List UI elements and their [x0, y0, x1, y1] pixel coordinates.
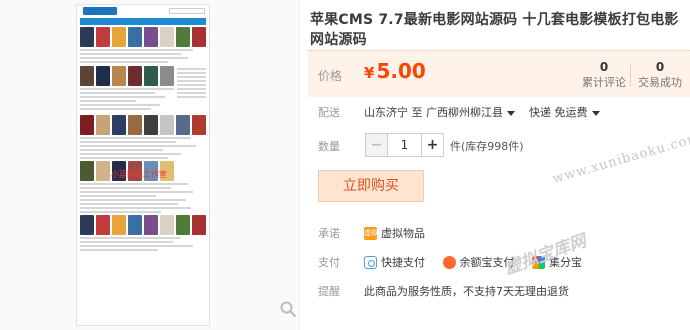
thumb-poster [112, 115, 126, 135]
quantity-label: 数量 [318, 140, 340, 153]
thumb-poster [144, 27, 158, 47]
notice-label: 提醒 [318, 285, 340, 298]
thumb-poster-row [80, 215, 206, 235]
thumb-poster [176, 215, 190, 235]
thumb-poster [192, 27, 206, 47]
thumb-poster [112, 66, 126, 86]
thumb-watermark: 小蓝网络工作室 [111, 170, 167, 179]
thumb-poster [80, 27, 94, 47]
review-count: 0 [599, 60, 609, 74]
domain-watermark: www.xunibaoku.com [550, 130, 690, 187]
thumb-poster [112, 215, 126, 235]
notice-text: 此商品为服务性质，不支持7天无理由退货 [364, 285, 569, 298]
thumb-logo [83, 7, 117, 15]
quantity-input[interactable]: 1 [388, 134, 421, 156]
thumb-header [77, 5, 209, 17]
thumb-poster [80, 215, 94, 235]
promise-label: 承诺 [318, 227, 340, 240]
thumb-poster [96, 115, 110, 135]
payment-method-quick[interactable]: 快捷支付 [364, 255, 425, 269]
thumb-poster [144, 115, 158, 135]
shipping-destination-select[interactable]: 广西柳州柳江县 [426, 106, 515, 119]
price-currency: ¥ [364, 64, 375, 82]
thumb-poster [176, 27, 190, 47]
shipping-from: 山东济宁 [364, 106, 408, 119]
brand-watermark: 虚拟宝库网 [502, 231, 589, 279]
thumb-poster [176, 115, 190, 135]
product-image-panel: 小蓝网络工作室 [0, 0, 300, 330]
price-value: ¥5.00 [364, 59, 426, 83]
thumb-poster-row [80, 115, 206, 135]
thumb-poster [160, 215, 174, 235]
thumb-text-lines [80, 49, 206, 63]
thumb-poster [144, 66, 158, 86]
chevron-down-icon [591, 110, 600, 116]
promise-text: 虚拟物品 [381, 227, 425, 240]
thumb-poster [160, 115, 174, 135]
price-label: 价格 [318, 69, 343, 83]
shipping-info: 山东济宁 至 广西柳州柳江县 快递 免运费 [364, 104, 600, 120]
yuebao-icon [442, 255, 456, 269]
thumb-poster [96, 215, 110, 235]
thumb-search [169, 8, 205, 14]
sales-count-label: 交易成功 [638, 76, 682, 89]
shipping-method: 快递 免运费 [529, 106, 588, 119]
virtual-goods-icon: 虚拟 [364, 226, 378, 240]
thumb-poster-row [80, 27, 206, 47]
shipping-label: 配送 [318, 106, 340, 119]
payment-label: 支付 [318, 256, 340, 269]
thumb-poster [96, 161, 110, 181]
thumb-poster [128, 215, 142, 235]
thumb-poster [192, 215, 206, 235]
thumb-poster [96, 27, 110, 47]
quantity-decrease-button[interactable]: − [366, 134, 388, 156]
thumb-poster [80, 161, 94, 181]
quantity-increase-button[interactable]: + [421, 134, 443, 156]
price-box: 价格 ¥5.00 0 累计评论 0 交易成功 [308, 50, 690, 97]
thumb-poster [96, 66, 110, 86]
shipping-destination: 广西柳州柳江县 [426, 106, 503, 119]
thumb-poster [128, 27, 142, 47]
thumb-poster [80, 66, 94, 86]
thumb-poster [192, 115, 206, 135]
thumb-nav [80, 18, 206, 25]
quick-pay-icon [364, 255, 377, 269]
shipping-method-select[interactable]: 快递 免运费 [529, 106, 600, 119]
product-image[interactable]: 小蓝网络工作室 [76, 4, 210, 326]
quantity-stepper: − 1 + [365, 133, 444, 157]
thumb-content-block [80, 66, 206, 112]
promise-info: 虚拟 虚拟物品 [364, 225, 425, 241]
shipping-to-word: 至 [411, 106, 423, 119]
thumb-poster [160, 27, 174, 47]
price-amount: 5.00 [376, 59, 426, 83]
thumb-poster [112, 27, 126, 47]
sales-count-stat[interactable]: 0 交易成功 [630, 59, 690, 91]
review-count-label: 累计评论 [582, 76, 626, 89]
thumb-poster [144, 215, 158, 235]
thumb-poster [128, 115, 142, 135]
thumb-poster [160, 66, 174, 86]
zoom-icon[interactable] [279, 300, 297, 318]
product-title: 苹果CMS 7.7最新电影网站源码 十几套电影模板打包电影网站源码 [310, 12, 679, 48]
stock-text: 件(库存998件) [450, 140, 524, 153]
payment-method-label: 快捷支付 [381, 256, 425, 269]
sales-count: 0 [655, 60, 665, 74]
thumb-poster [128, 66, 142, 86]
thumb-poster [80, 115, 94, 135]
buy-now-button[interactable]: 立即购买 [318, 170, 424, 202]
chevron-down-icon [507, 110, 515, 116]
review-count-stat[interactable]: 0 累计评论 [574, 59, 634, 91]
